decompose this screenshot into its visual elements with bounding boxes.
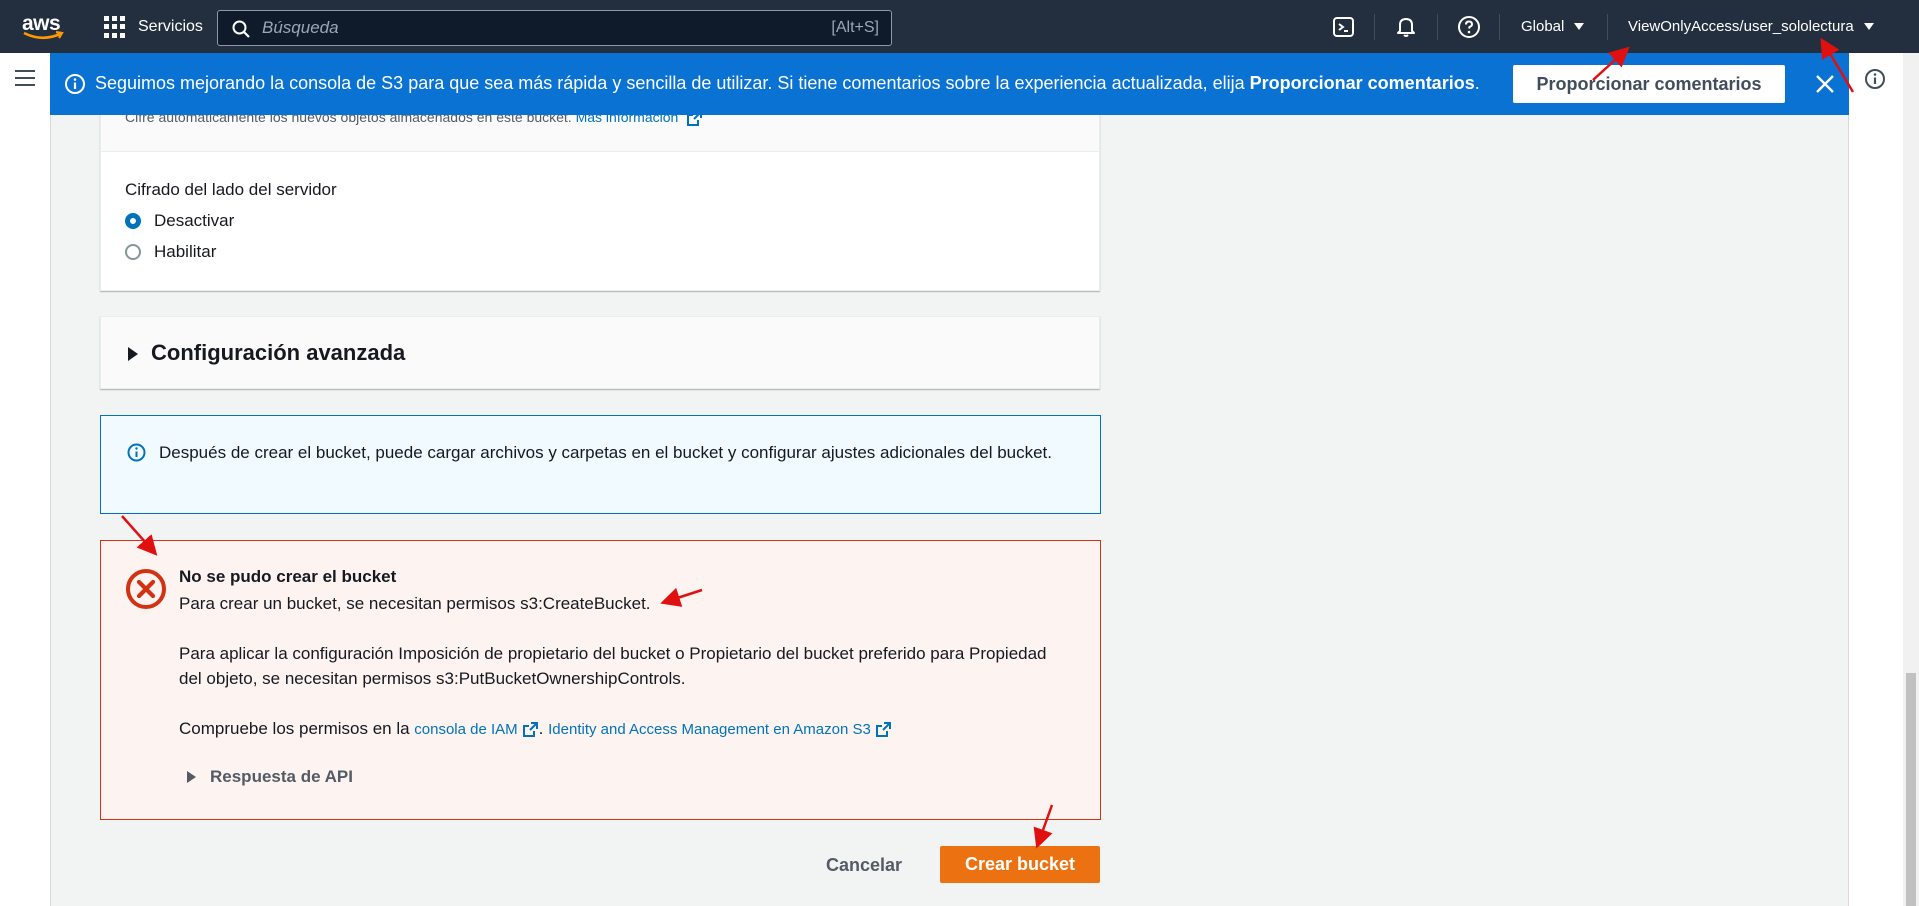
separator-text: . [538,719,549,738]
encryption-description: Cifre automáticamente los nuevos objetos… [125,115,572,125]
radio-disable-encryption[interactable]: Desactivar [125,211,234,231]
encryption-description-row: Cifre automáticamente los nuevos objetos… [101,115,1099,152]
page-scrollbar[interactable] [1903,53,1919,906]
external-link-icon [687,115,703,126]
info-alert-text: Después de crear el bucket, puede cargar… [159,443,1052,462]
account-label: ViewOnlyAccess/user_sololectura [1628,18,1854,35]
grid-icon [104,16,126,38]
external-link-icon [522,722,538,738]
external-link-icon [875,722,891,738]
api-response-label: Respuesta de API [210,767,353,786]
search-shortcut-hint: [Alt+S] [831,19,879,36]
banner-message-end: . [1474,73,1480,93]
search-bar[interactable]: [Alt+S] [217,10,892,46]
top-navigation: aws Servicios [Alt+S] Global [0,0,1919,53]
menu-icon[interactable] [15,70,35,88]
iam-s3-docs-link[interactable]: Identity and Access Management en Amazon… [548,721,871,738]
search-icon [232,20,250,38]
nav-divider [1374,14,1375,40]
services-menu-button[interactable]: Servicios [104,16,203,38]
error-line-create-bucket: Para crear un bucket, se necesitan permi… [179,594,651,613]
api-response-expander[interactable]: Respuesta de API [187,767,353,787]
default-encryption-panel: Cifre automáticamente los nuevos objetos… [100,115,1100,291]
nav-divider [1499,14,1500,40]
error-line-ownership: Para aplicar la configuración Imposición… [179,644,1047,688]
banner-message-bold: Proporcionar comentarios [1249,73,1475,93]
iam-console-link[interactable]: consola de IAM [414,721,517,738]
services-label: Servicios [138,18,203,35]
info-icon [65,74,85,94]
advanced-settings-title: Configuración avanzada [151,340,406,365]
close-icon[interactable] [1814,73,1836,95]
error-alert-title: No se pudo crear el bucket [179,567,397,586]
banner-message-text: Seguimos mejorando la consola de S3 para… [95,73,1250,93]
right-divider [1848,53,1849,906]
more-info-link[interactable]: Más información [576,115,679,125]
provide-feedback-button[interactable]: Proporcionar comentarios [1513,65,1785,103]
server-side-encryption-label: Cifrado del lado del servidor [125,180,337,199]
region-selector[interactable]: Global [1521,18,1585,35]
info-alert: Después de crear el bucket, puede cargar… [100,415,1101,514]
bell-icon[interactable] [1394,15,1418,39]
search-input[interactable] [262,16,762,40]
error-alert: No se pudo crear el bucket Para crear un… [100,540,1101,820]
radio-selected-indicator[interactable] [125,213,141,229]
caret-right-icon [128,347,138,361]
radio-label: Habilitar [154,242,217,261]
feedback-flash-banner: Seguimos mejorando la consola de S3 para… [50,53,1849,115]
cloudshell-icon[interactable] [1332,15,1356,39]
scrollbar-thumb[interactable] [1906,673,1916,906]
info-panel-icon[interactable] [1864,68,1886,90]
info-icon [127,443,146,462]
caret-down-icon [1863,23,1874,30]
cancel-button[interactable]: Cancelar [816,849,912,881]
check-permissions-text: Compruebe los permisos en la [179,719,415,738]
advanced-settings-expander[interactable]: Configuración avanzada [100,316,1100,389]
help-icon[interactable] [1457,15,1481,39]
banner-message: Seguimos mejorando la consola de S3 para… [95,73,1480,94]
radio-label: Desactivar [154,211,235,230]
error-line-check-permissions: Compruebe los permisos en la consola de … [179,716,1059,742]
left-divider [50,53,51,906]
region-label: Global [1521,18,1565,35]
create-bucket-button[interactable]: Crear bucket [940,846,1100,883]
radio-unselected-indicator[interactable] [125,244,141,260]
account-menu[interactable]: ViewOnlyAccess/user_sololectura [1628,18,1874,35]
aws-smile-icon [23,31,64,40]
caret-down-icon [1574,23,1585,30]
caret-right-icon [187,771,196,783]
radio-enable-encryption[interactable]: Habilitar [125,242,216,262]
error-icon [126,569,166,609]
nav-divider [1437,14,1438,40]
nav-divider [1607,14,1608,40]
aws-logo[interactable]: aws [22,12,66,42]
